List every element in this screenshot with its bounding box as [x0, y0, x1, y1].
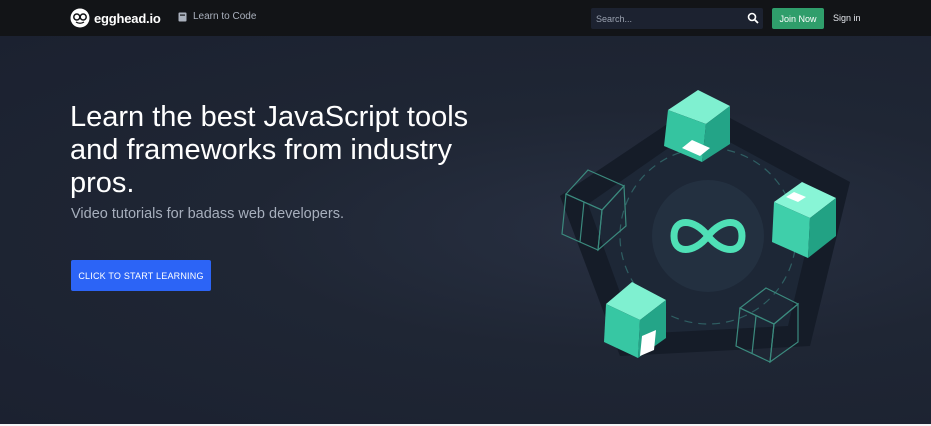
- learn-to-code-label: Learn to Code: [193, 11, 257, 22]
- learn-to-code-link[interactable]: Learn to Code: [178, 11, 256, 22]
- join-now-button[interactable]: Join Now: [772, 8, 824, 29]
- search-input[interactable]: [591, 13, 741, 24]
- sign-in-link[interactable]: Sign in: [833, 13, 861, 23]
- infinity-cubes-illustration: [560, 90, 850, 364]
- hero-subheadline: Video tutorials for badass web developer…: [71, 206, 344, 222]
- egghead-logo-icon: [70, 8, 90, 28]
- search-box: [591, 8, 763, 29]
- search-icon[interactable]: [747, 12, 759, 24]
- top-navbar: egghead.io Learn to Code Join Now Sign i…: [0, 0, 931, 36]
- hero-headline: Learn the best JavaScript tools and fram…: [70, 101, 469, 199]
- start-learning-button[interactable]: CLICK TO START LEARNING: [71, 260, 211, 291]
- book-icon: [178, 12, 187, 21]
- brand-logo[interactable]: egghead.io: [70, 8, 161, 28]
- brand-name: egghead.io: [94, 10, 161, 26]
